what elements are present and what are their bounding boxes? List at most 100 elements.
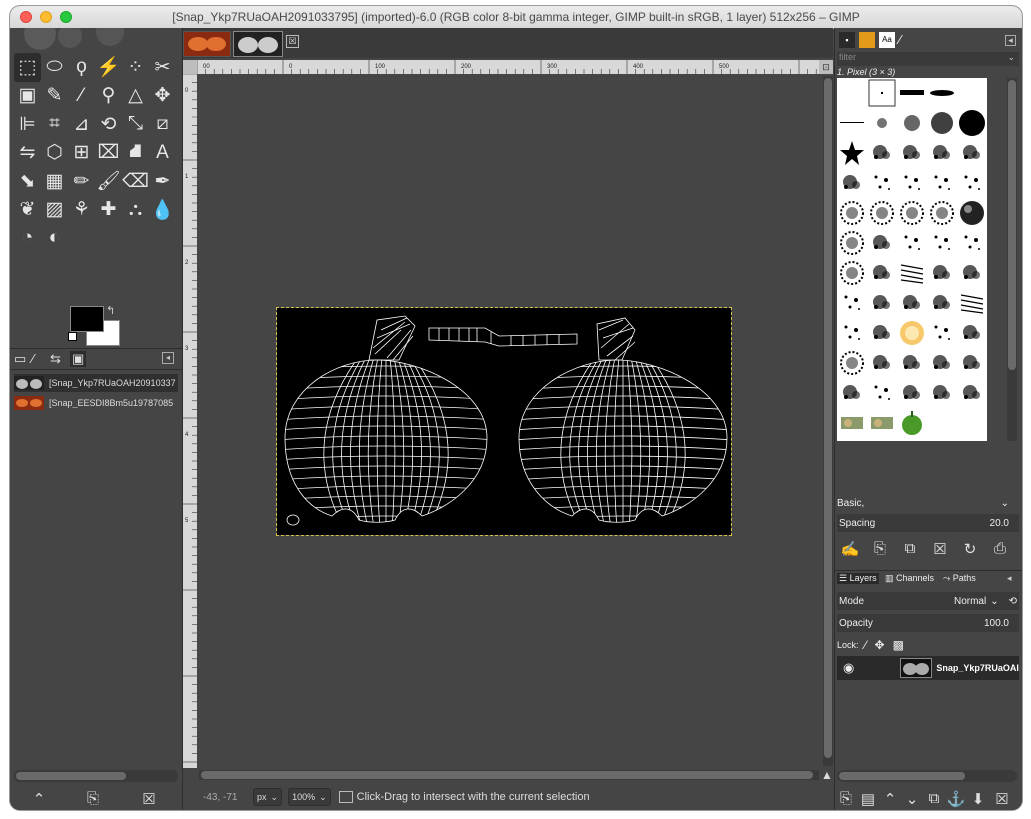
unified-transform-icon[interactable]: ⊿	[68, 110, 95, 139]
brush-cell[interactable]	[927, 258, 957, 288]
brush-cell[interactable]	[897, 138, 927, 168]
brush-cell[interactable]	[837, 378, 867, 408]
layers-list-area[interactable]	[837, 680, 1019, 766]
pencil-icon[interactable]: ✏	[68, 167, 95, 196]
horizontal-scrollbar[interactable]	[199, 770, 819, 780]
composite-mode-icon[interactable]: ⟲	[1009, 596, 1017, 607]
new-layer-group-icon[interactable]: ▤	[857, 790, 879, 808]
measure-icon[interactable]: △	[122, 82, 149, 111]
duplicate-layer-icon[interactable]: ⧉	[923, 790, 945, 807]
close-image-icon[interactable]: ☒	[138, 790, 160, 808]
brush-cell[interactable]	[867, 198, 897, 228]
image-tab-current[interactable]	[233, 31, 283, 57]
undo-history-tab-icon[interactable]: ⇆	[50, 351, 61, 367]
brush-preset-dropdown[interactable]: Basic, ⌄	[837, 494, 1019, 512]
brush-cell[interactable]	[867, 408, 897, 438]
dock-menu-icon[interactable]: ◂	[1007, 573, 1012, 584]
color-picker-icon[interactable]: ⁄	[68, 82, 95, 111]
ink-icon[interactable]: ❦	[14, 196, 41, 225]
brush-cell[interactable]	[957, 378, 987, 408]
brush-cell[interactable]	[897, 78, 927, 108]
brush-cell[interactable]	[867, 138, 897, 168]
text-icon[interactable]: A	[149, 139, 176, 168]
dock-menu-icon[interactable]: ◂	[1005, 35, 1016, 46]
raise-layer-icon[interactable]: ⌃	[879, 790, 901, 808]
brush-cell[interactable]	[927, 348, 957, 378]
device-status-tab-icon[interactable]: ⁄	[32, 351, 34, 366]
layer-mode-dropdown[interactable]: Mode Normal ⌄ ⟲	[837, 592, 1019, 610]
brush-cell[interactable]	[897, 348, 927, 378]
reset-colors-icon[interactable]	[68, 332, 77, 341]
brush-cell[interactable]	[957, 288, 987, 318]
brush-cell[interactable]	[837, 228, 867, 258]
brush-as-image-icon[interactable]: ⎙	[989, 540, 1011, 557]
quick-mask-toggle[interactable]	[183, 60, 197, 74]
brush-cell[interactable]	[927, 138, 957, 168]
brush-cell[interactable]	[927, 108, 957, 138]
brush-cell[interactable]	[867, 378, 897, 408]
canvas-viewport[interactable]	[197, 74, 821, 768]
scrollbar-thumb[interactable]	[824, 78, 832, 758]
brush-cell[interactable]	[837, 288, 867, 318]
patterns-tab-icon[interactable]	[859, 32, 875, 48]
brush-cell[interactable]	[897, 258, 927, 288]
horizontal-ruler[interactable]: 00 0 100 200 300 400 500	[197, 60, 821, 74]
lower-layer-icon[interactable]: ⌄	[901, 790, 923, 808]
gradient-icon[interactable]: ⬊	[14, 167, 41, 196]
fuzzy-select-icon[interactable]: ⚡	[95, 53, 122, 82]
vertical-ruler[interactable]: 0 1 2 3 4 5	[183, 74, 197, 768]
swap-colors-icon[interactable]: ↰	[106, 304, 115, 317]
move-icon[interactable]: ✥	[149, 82, 176, 111]
brush-cell[interactable]	[957, 258, 987, 288]
scrollbar-thumb[interactable]	[16, 772, 126, 780]
cage-icon[interactable]: ⌧	[95, 139, 122, 168]
ellipse-select-icon[interactable]: ⬭	[41, 53, 68, 82]
brush-cell[interactable]	[867, 258, 897, 288]
scrollbar-thumb[interactable]	[201, 771, 813, 779]
brush-cell[interactable]	[837, 78, 867, 108]
images-tab-icon[interactable]: ▣	[70, 351, 87, 367]
brush-cell[interactable]	[867, 168, 897, 198]
brush-cell[interactable]	[837, 408, 867, 438]
brush-cell[interactable]	[927, 198, 957, 228]
brush-cell[interactable]	[957, 318, 987, 348]
flip-icon[interactable]: ⇋	[14, 139, 41, 168]
navigate-icon[interactable]: ▲	[821, 768, 833, 782]
unit-dropdown[interactable]: px ⌄	[253, 788, 283, 806]
warp-icon[interactable]: ⊞	[68, 139, 95, 168]
brush-cell[interactable]	[837, 348, 867, 378]
image-list-item[interactable]: [Snap_Ykp7RUaOAH20910337	[14, 374, 178, 392]
free-select-icon[interactable]: ϙ	[68, 53, 95, 82]
zoom-icon[interactable]: ⚲	[95, 82, 122, 111]
new-brush-icon[interactable]: ⎘	[869, 540, 891, 557]
tool-options-tab-icon[interactable]: ▭	[14, 351, 26, 367]
rect-select-icon[interactable]: ⬚	[14, 53, 41, 82]
brush-cell[interactable]	[927, 378, 957, 408]
layer-row[interactable]: ◉ Snap_Ykp7RUaOAI	[837, 656, 1019, 680]
brush-cell[interactable]	[867, 108, 897, 138]
raise-image-icon[interactable]: ⌃	[28, 790, 50, 808]
blend-icon[interactable]: ▦	[41, 167, 68, 196]
dodge-burn-icon[interactable]: ◐	[41, 224, 68, 253]
smudge-icon[interactable]: 💧	[149, 196, 176, 225]
anchor-layer-icon[interactable]: ⚓	[945, 790, 967, 808]
foreground-color-swatch[interactable]	[70, 306, 104, 332]
brush-cell[interactable]	[897, 378, 927, 408]
opacity-slider[interactable]: Opacity 100.0	[837, 614, 1019, 632]
brush-cell[interactable]	[867, 78, 897, 108]
heal-icon[interactable]: ✚	[95, 196, 122, 225]
select-by-color-icon[interactable]: ⁘	[122, 53, 149, 82]
refresh-brushes-icon[interactable]: ↻	[959, 540, 981, 558]
perspective-3d-icon[interactable]: ⬡	[41, 139, 68, 168]
brush-cell[interactable]	[837, 138, 867, 168]
delete-brush-icon[interactable]: ☒	[929, 540, 951, 558]
brush-cell[interactable]	[897, 108, 927, 138]
scale-icon[interactable]: ⤡	[122, 110, 149, 139]
bucket-fill-icon[interactable]: ⛘	[122, 139, 149, 168]
brush-cell[interactable]	[897, 168, 927, 198]
brushes-scrollbar[interactable]	[1007, 78, 1017, 441]
new-view-icon[interactable]: ⎘	[82, 790, 104, 807]
brush-cell[interactable]	[897, 288, 927, 318]
delete-layer-icon[interactable]: ☒	[991, 790, 1013, 808]
vertical-scrollbar[interactable]	[823, 76, 833, 766]
